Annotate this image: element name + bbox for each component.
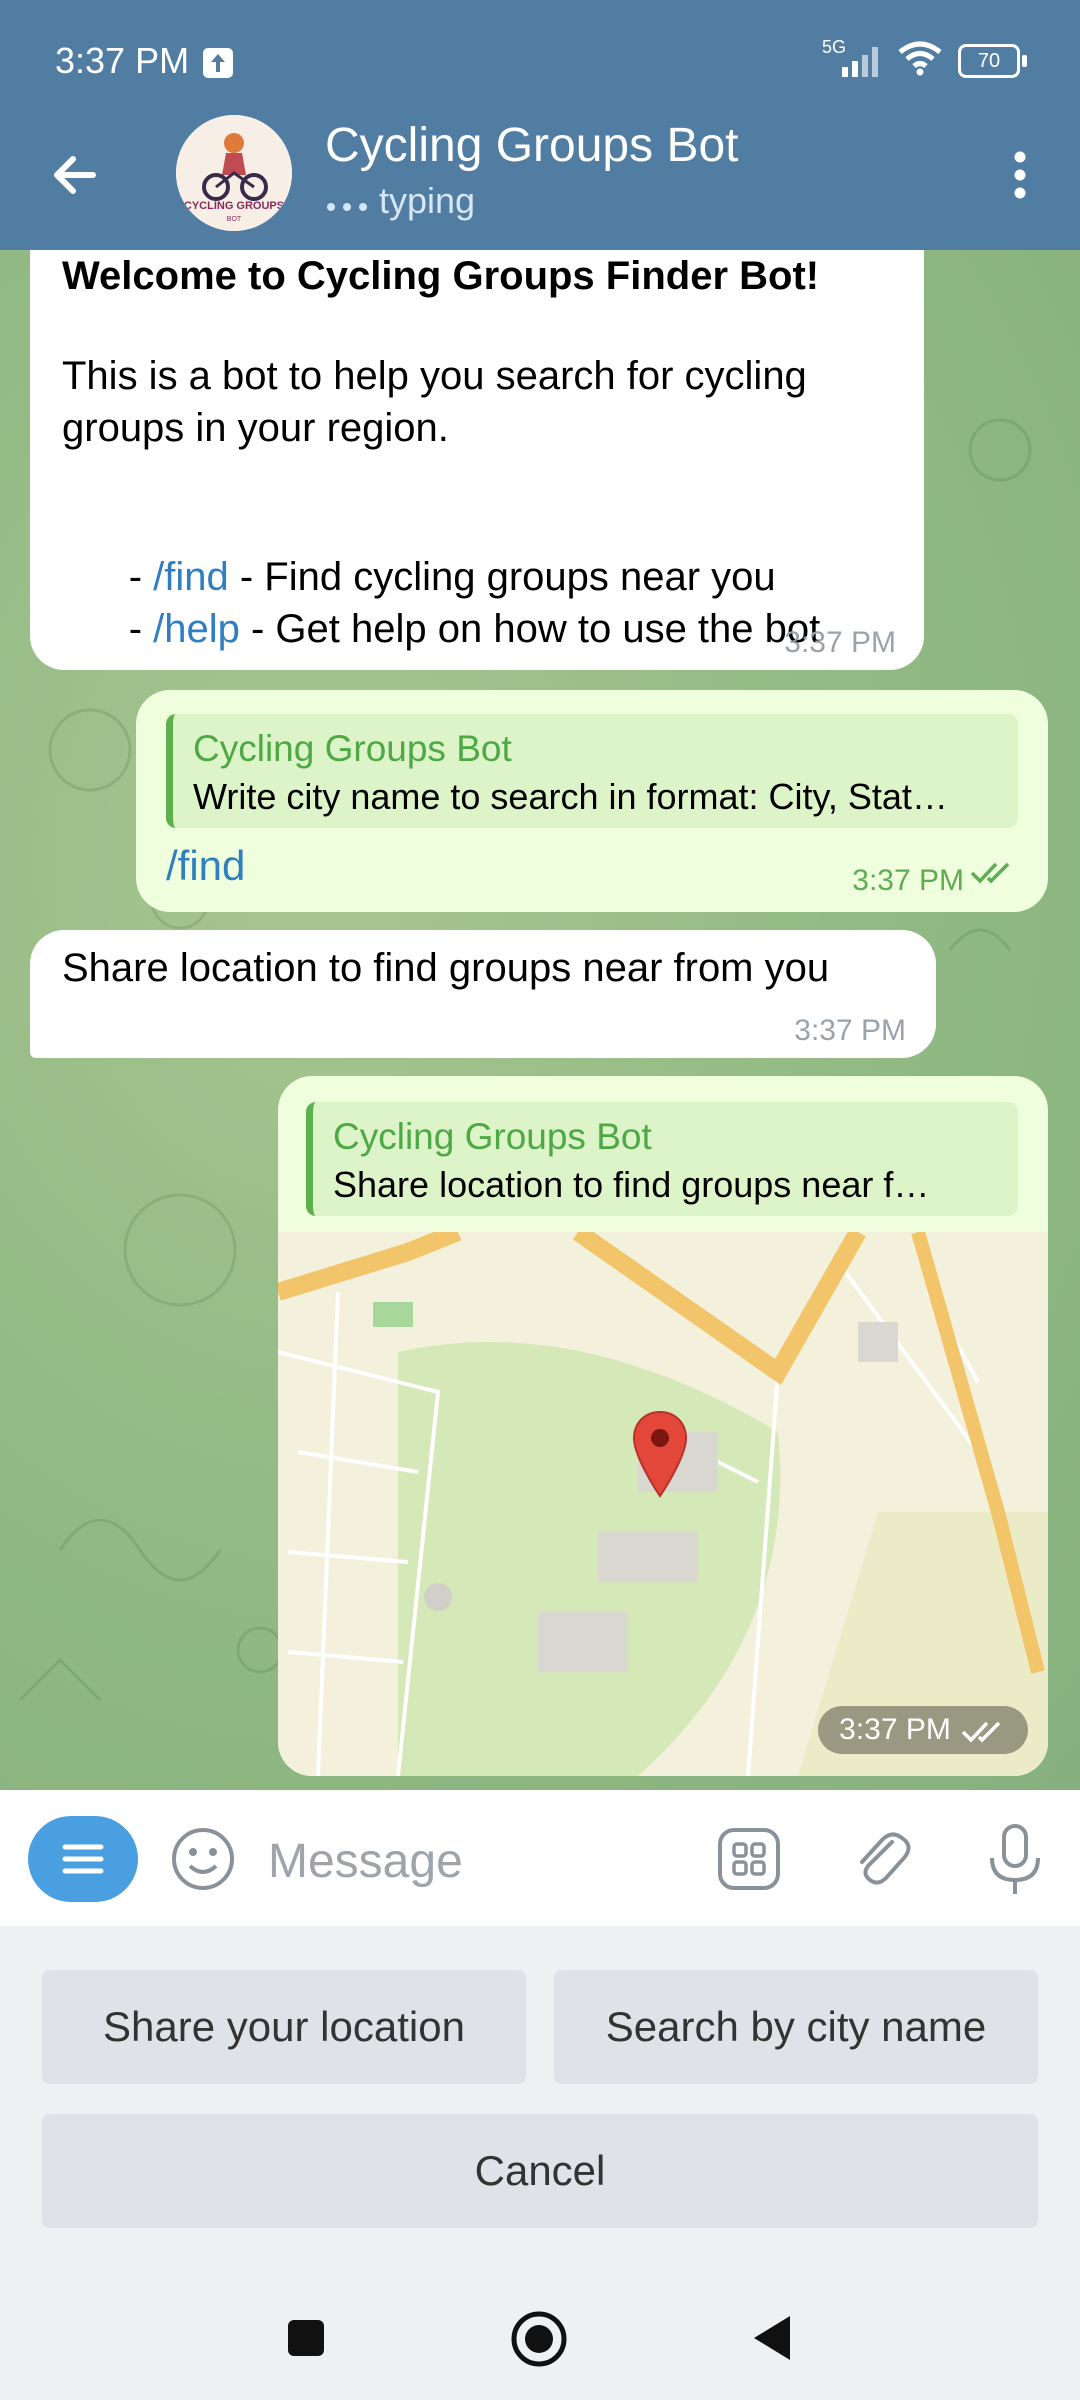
typing-text: typing bbox=[379, 180, 476, 221]
share-location-button[interactable]: Share your location bbox=[42, 1970, 526, 2084]
welcome-line-1: This is a bot to help you search for cyc… bbox=[62, 354, 807, 398]
avatar-text: CYCLING GROUPS bbox=[184, 200, 284, 212]
upload-icon bbox=[203, 48, 233, 78]
status-bar: 3:37 PM 5G 70 bbox=[0, 0, 1080, 120]
map-time-badge: 3:37 PM bbox=[818, 1706, 1028, 1754]
back-button[interactable] bbox=[45, 145, 105, 205]
quote-sender: Cycling Groups Bot bbox=[333, 1116, 652, 1157]
battery-icon: 70 bbox=[958, 43, 1027, 78]
welcome-dash: - bbox=[128, 607, 154, 651]
wifi-icon bbox=[896, 40, 944, 81]
read-checkmarks-icon bbox=[961, 1708, 1007, 1753]
network-type: 5G bbox=[822, 36, 847, 57]
avatar-subtext: BOT bbox=[227, 216, 242, 223]
bot-menu-button[interactable] bbox=[28, 1816, 138, 1902]
quote-text: Share location to find groups near f… bbox=[333, 1164, 930, 1205]
message-time: 3:37 PM bbox=[839, 1713, 951, 1746]
microphone-icon[interactable] bbox=[980, 1822, 1050, 1903]
more-options-button[interactable] bbox=[990, 140, 1050, 210]
share-prompt-text: Share location to find groups near from … bbox=[62, 946, 830, 990]
welcome-title: Welcome to Cycling Groups Finder Bot! bbox=[62, 254, 820, 298]
status-time: 3:37 PM bbox=[55, 40, 190, 81]
read-checkmarks-icon bbox=[970, 849, 1016, 894]
status-icons: 5G 70 bbox=[822, 37, 1027, 81]
typing-dots-icon bbox=[325, 180, 369, 222]
quote-sender: Cycling Groups Bot bbox=[193, 728, 512, 769]
recents-icon[interactable] bbox=[286, 2318, 326, 2363]
system-navigation-bar bbox=[0, 2266, 1080, 2400]
message-time: 3:37 PM bbox=[852, 864, 964, 897]
message-time: 3:37 PM bbox=[794, 1014, 906, 1047]
help-command-link[interactable]: /help bbox=[153, 607, 240, 651]
bot-commands-icon[interactable] bbox=[716, 1826, 782, 1897]
map-pin-icon bbox=[632, 1410, 688, 1508]
cancel-button[interactable]: Cancel bbox=[42, 2114, 1038, 2228]
reply-quote[interactable]: Cycling Groups Bot Share location to fin… bbox=[306, 1102, 1018, 1216]
bot-reply-keyboard: Share your location Search by city name … bbox=[0, 1926, 1080, 2266]
message-input[interactable]: Message bbox=[268, 1834, 463, 1889]
back-nav-icon[interactable] bbox=[750, 2314, 794, 2367]
find-command-text[interactable]: /find bbox=[166, 842, 245, 890]
emoji-icon[interactable] bbox=[170, 1826, 236, 1897]
message-share-prompt[interactable]: Share location to find groups near from … bbox=[30, 930, 936, 1058]
message-location-reply[interactable]: Cycling Groups Bot Share location to fin… bbox=[278, 1076, 1048, 1776]
message-find-reply[interactable]: Cycling Groups Bot Write city name to se… bbox=[136, 690, 1048, 912]
quote-text: Write city name to search in format: Cit… bbox=[193, 776, 948, 817]
bot-avatar[interactable]: CYCLING GROUPS BOT bbox=[176, 115, 292, 231]
message-time: 3:37 PM bbox=[784, 626, 896, 659]
search-city-button[interactable]: Search by city name bbox=[554, 1970, 1038, 2084]
chat-title[interactable]: Cycling Groups Bot bbox=[325, 118, 739, 173]
chat-area[interactable]: Welcome to Cycling Groups Finder Bot! Th… bbox=[0, 250, 1080, 1790]
message-input-bar: Message bbox=[0, 1790, 1080, 1926]
welcome-help-line: - /help - Get help on how to use the bot bbox=[62, 562, 821, 697]
chat-header: 3:37 PM 5G 70 CYCLING GROUPS BOT Cycling… bbox=[0, 0, 1080, 250]
home-icon[interactable] bbox=[510, 2310, 568, 2373]
attach-icon[interactable] bbox=[848, 1826, 914, 1897]
help-command-desc: - Get help on how to use the bot bbox=[239, 607, 821, 651]
reply-quote[interactable]: Cycling Groups Bot Write city name to se… bbox=[166, 714, 1018, 828]
signal-icon: 5G bbox=[822, 37, 882, 79]
location-map[interactable]: 3:37 PM bbox=[278, 1223, 1048, 1776]
message-welcome[interactable]: Welcome to Cycling Groups Finder Bot! Th… bbox=[30, 250, 924, 670]
welcome-line-2: groups in your region. bbox=[62, 406, 449, 450]
typing-status: typing bbox=[325, 180, 475, 222]
